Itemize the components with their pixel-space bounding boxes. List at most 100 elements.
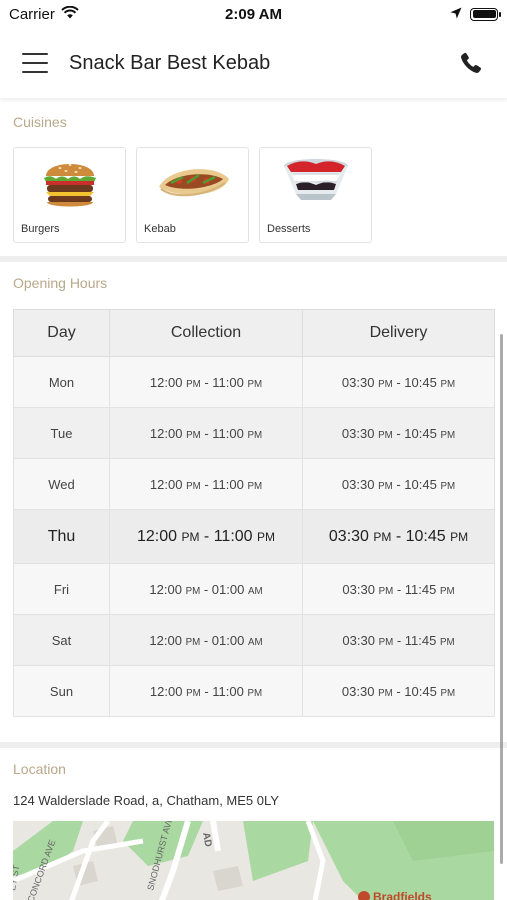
time-value: 03:30 (341, 476, 375, 492)
cuisine-list: Burgers Kebab Desserts (0, 147, 507, 243)
time-period: PM (378, 429, 393, 441)
opening-hours-section: Opening Hours Day Collection Delivery Mo… (0, 275, 507, 717)
app-header: Snack Bar Best Kebab (0, 28, 507, 98)
time-period: PM (186, 687, 201, 699)
time-value: 11:45 (404, 581, 437, 597)
time-period: PM (378, 480, 393, 492)
burger-icon (14, 150, 125, 214)
location-title: Location (13, 761, 66, 777)
scrollbar[interactable] (500, 334, 503, 864)
time-value: 12:00 (136, 527, 178, 545)
battery-icon (470, 7, 501, 21)
status-right (450, 6, 501, 23)
kebab-icon (137, 150, 248, 214)
time-period: PM (185, 636, 201, 648)
time-value: 10:45 (404, 425, 437, 441)
time-value: 10:45 (404, 476, 437, 492)
delivery-cell: 03:30 PM - 11:45 PM (302, 614, 495, 666)
time-period: AM (247, 636, 263, 648)
delivery-cell: 03:30 PM - 10:45 PM (302, 356, 495, 408)
address-text: 124 Walderslade Road, a, Chatham, ME5 0L… (13, 793, 279, 808)
column-header: Collection (109, 309, 303, 357)
time-period: PM (378, 687, 393, 699)
carrier-label: Carrier (9, 5, 55, 23)
opening-hours-table: Day Collection Delivery Mon 12:00 PM - 11… (13, 309, 495, 717)
table-row: Mon 12:00 PM - 11:00 PM 03:30 PM - 10:45 P… (13, 356, 495, 408)
table-row: Tue 12:00 PM - 11:00 PM 03:30 PM - 10:45 P… (13, 407, 495, 459)
time-value: 11:45 (404, 632, 437, 648)
time-value: 03:30 (328, 527, 369, 545)
cuisine-label: Burgers (21, 223, 60, 235)
table-row: Sat 12:00 PM - 01:00 AM 03:30 PM - 11:45 P… (13, 614, 495, 666)
time-period: PM (439, 585, 455, 597)
time-value: 01:00 (211, 632, 245, 648)
time-period: PM (257, 529, 276, 544)
day-cell: Thu (13, 509, 110, 564)
collection-cell: 12:00 PM - 01:00 AM (109, 614, 303, 666)
cuisine-card-desserts[interactable]: Desserts (259, 147, 372, 243)
location-map[interactable]: CONCORD AVE SNODHURST AVE AD EY ST Bradf… (13, 821, 494, 900)
day-cell: Mon (13, 356, 110, 408)
table-row-today: Thu 12:00 PM - 11:00 PM 03:30 PM - 10:45 P… (13, 509, 495, 564)
time-period: PM (373, 529, 392, 544)
collection-cell: 12:00 PM - 11:00 PM (109, 665, 303, 717)
delivery-cell: 03:30 PM - 10:45 PM (302, 407, 495, 459)
day-cell: Tue (13, 407, 110, 459)
content-area[interactable]: Cuisines Burgers Kebab Desserts Opening … (0, 98, 507, 900)
opening-hours-title: Opening Hours (13, 275, 108, 291)
collection-cell: 12:00 PM - 01:00 AM (109, 563, 303, 615)
time-period: PM (440, 480, 456, 492)
location-section: Location 124 Walderslade Road, a, Chatha… (0, 761, 507, 900)
collection-cell: 12:00 PM - 11:00 PM (109, 407, 303, 459)
time-period: PM (181, 529, 200, 544)
time-value: 03:30 (341, 425, 375, 441)
time-value: 10:45 (405, 527, 446, 545)
delivery-cell: 03:30 PM - 10:45 PM (302, 665, 495, 717)
delivery-cell: 03:30 PM - 11:45 PM (302, 563, 495, 615)
time-period: PM (378, 585, 394, 597)
cuisine-card-kebab[interactable]: Kebab (136, 147, 249, 243)
delivery-cell: 03:30 PM - 10:45 PM (302, 509, 495, 564)
table-header-row: Day Collection Delivery (13, 309, 495, 357)
time-period: PM (186, 480, 201, 492)
section-divider (0, 256, 507, 262)
collection-cell: 12:00 PM - 11:00 PM (109, 458, 303, 510)
collection-cell: 12:00 PM - 11:00 PM (109, 509, 303, 564)
time-value: 03:30 (342, 632, 375, 648)
time-period: PM (185, 585, 201, 597)
time-value: 03:30 (342, 581, 375, 597)
time-period: PM (378, 636, 394, 648)
cuisine-label: Kebab (144, 223, 176, 235)
table-row: Fri 12:00 PM - 01:00 AM 03:30 PM - 11:45 P… (13, 563, 495, 615)
hamburger-menu-icon[interactable] (22, 53, 48, 73)
time-value: 10:45 (404, 683, 437, 699)
table-row: Sun 12:00 PM - 11:00 PM 03:30 PM - 10:45 P… (13, 665, 495, 717)
time-value: 03:30 (341, 683, 375, 699)
delivery-cell: 03:30 PM - 10:45 PM (302, 458, 495, 510)
cuisines-section: Cuisines Burgers Kebab Desserts (0, 114, 507, 243)
phone-icon[interactable] (457, 49, 485, 77)
status-bar: Carrier 2:09 AM (0, 0, 507, 28)
time-value: 12:00 (149, 683, 183, 699)
time-period: PM (186, 429, 201, 441)
time-value: 12:00 (149, 632, 182, 648)
map-place-label: Bradfields (373, 890, 432, 900)
time-period: PM (440, 687, 456, 699)
day-cell: Fri (13, 563, 110, 615)
cuisine-card-burgers[interactable]: Burgers (13, 147, 126, 243)
day-cell: Sun (13, 665, 110, 717)
time-value: 12:00 (149, 476, 183, 492)
time-period: PM (440, 429, 456, 441)
dessert-icon (260, 150, 371, 214)
time-value: 11:00 (212, 425, 244, 441)
time-value: 11:00 (212, 683, 244, 699)
location-arrow-icon (450, 6, 462, 23)
time-period: PM (439, 636, 455, 648)
day-cell: Sat (13, 614, 110, 666)
time-period: PM (247, 687, 263, 699)
column-header: Day (13, 309, 110, 357)
time-period: PM (247, 378, 263, 390)
time-value: 12:00 (149, 374, 183, 390)
time-value: 12:00 (149, 581, 182, 597)
time-period: PM (186, 378, 201, 390)
